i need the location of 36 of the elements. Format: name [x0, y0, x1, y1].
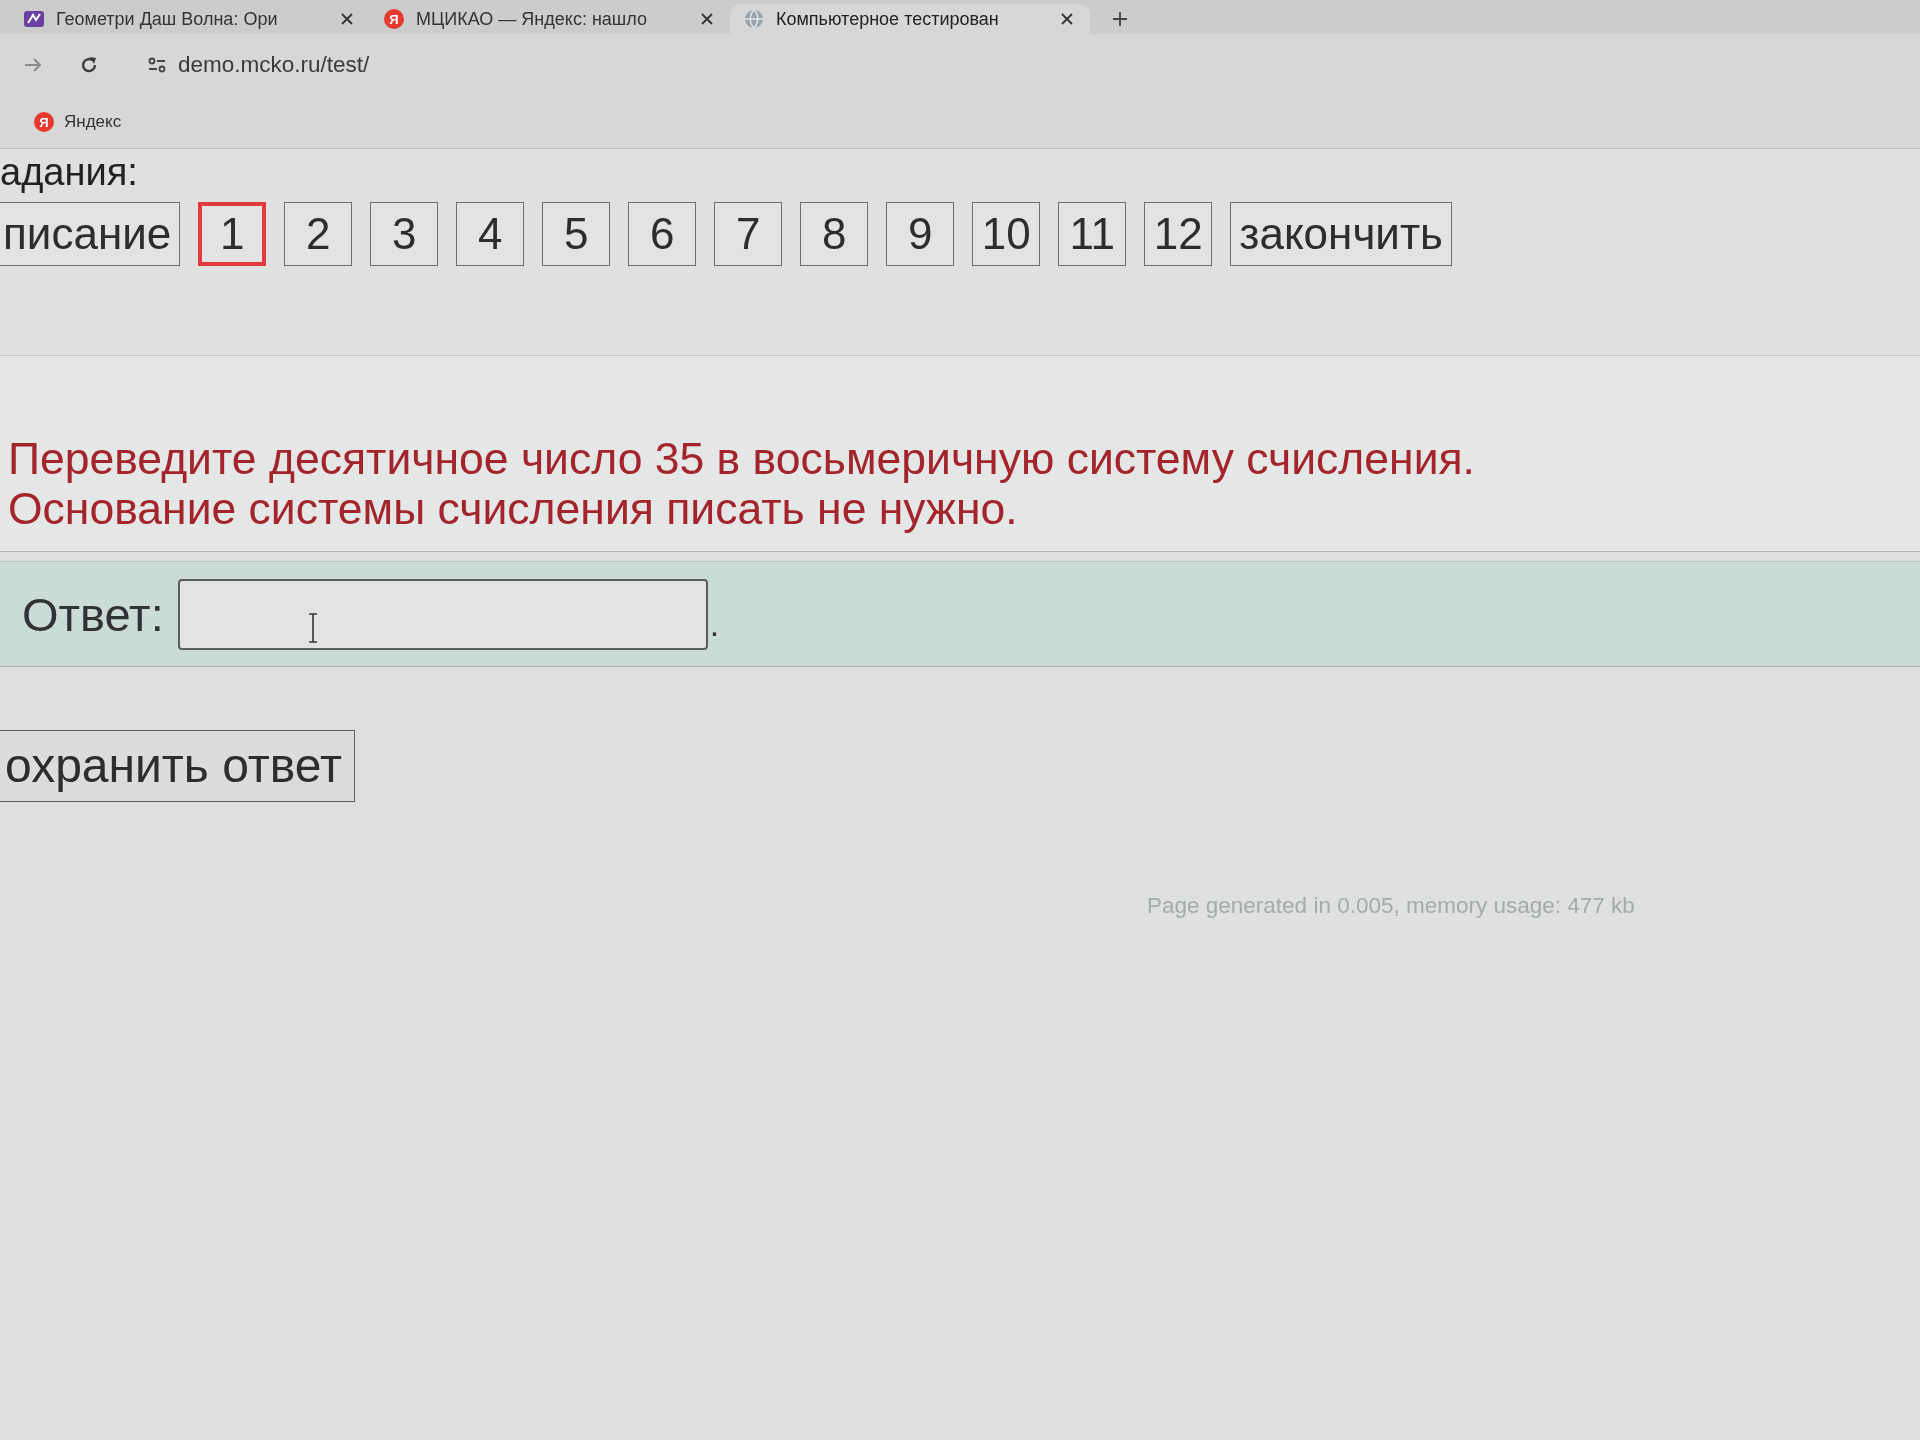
task-number-button[interactable]: 11	[1058, 202, 1127, 266]
logo-icon: Я	[34, 112, 54, 132]
task-number-button[interactable]: 8	[800, 202, 869, 266]
task-number-button[interactable]: 2	[284, 202, 353, 266]
browser-tab[interactable]: Компьютерное тестирован	[730, 4, 1090, 34]
browser-tab[interactable]: Геометри Даш Волна: Ори	[10, 4, 370, 34]
task-number-button[interactable]: 1	[198, 202, 267, 266]
globe-icon	[744, 9, 764, 29]
logo-icon: Я	[384, 9, 404, 29]
answer-suffix: .	[709, 605, 720, 644]
task-number-button[interactable]: 9	[886, 202, 955, 266]
question-text: Переведите десятичное число 35 в восьмеричную систему счисления.	[8, 434, 1476, 484]
task-number-button[interactable]: 7	[714, 202, 783, 266]
task-number-button[interactable]: 4	[456, 202, 525, 266]
bookmark-link[interactable]: Яндекс	[64, 112, 122, 132]
task-number-button[interactable]: 3	[370, 202, 439, 266]
description-button[interactable]: писание	[0, 202, 181, 266]
answer-field[interactable]	[177, 578, 708, 650]
close-icon[interactable]	[700, 12, 714, 26]
browser-tab[interactable]: Я МЦИКАО — Яндекс: нашло	[370, 4, 730, 34]
footer-text: Page generated in 0.005, memory usage: 477 kb	[1147, 894, 1636, 918]
task-number-button[interactable]: 12	[1144, 202, 1213, 266]
save-answer-button[interactable]: охранить ответ	[0, 730, 355, 802]
answer-label: Ответ:	[22, 586, 164, 642]
plus-icon[interactable]	[1112, 11, 1128, 27]
tile-logo-icon	[24, 9, 44, 29]
close-icon[interactable]	[340, 12, 354, 26]
question-text: Основание системы счисления писать не нужно.	[8, 484, 1019, 534]
text-cursor-icon	[307, 612, 318, 643]
task-number-button[interactable]: 10	[972, 202, 1041, 266]
tasks-heading: адания:	[0, 150, 139, 192]
address-bar-url[interactable]: demo.mcko.ru/test/	[178, 52, 370, 78]
close-icon[interactable]	[1060, 12, 1074, 26]
task-number-button[interactable]: 6	[628, 202, 697, 266]
task-number-button[interactable]: 5	[542, 202, 611, 266]
finish-button[interactable]: закончить	[1230, 202, 1452, 266]
